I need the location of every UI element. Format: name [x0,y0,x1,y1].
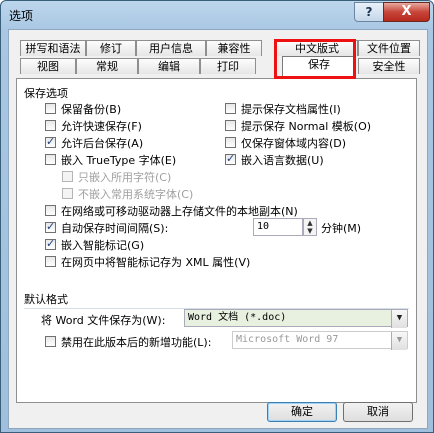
autosave-interval-input[interactable]: 10 [253,218,303,236]
tab-security[interactable]: 安全性 [358,58,420,74]
prompt-normal-template-checkbox[interactable] [225,120,236,131]
fast-save-label: 允许快速保存(F) [61,120,142,133]
tab-user-info[interactable]: 用户信息 [136,40,206,56]
spin-up-icon[interactable]: ▲ [304,219,316,227]
fast-save-checkbox[interactable] [45,120,56,131]
save-tab-highlight [274,39,356,79]
save-tab-panel: 保存选项 保留备份(B) 允许快速保存(F) 允许后台保存(A) 嵌入 True… [16,78,417,403]
keep-backup-checkbox[interactable] [45,103,56,114]
embed-truetype-label: 嵌入 TrueType 字体(E) [61,154,177,167]
disable-features-label: 禁用在此版本后的新增功能(L): [61,336,212,349]
ok-button[interactable]: 确定 [267,402,337,422]
tab-spelling-grammar[interactable]: 拼写和语法 [20,40,86,56]
spin-down-icon[interactable]: ▼ [304,227,316,235]
background-save-label: 允许后台保存(A) [61,137,144,150]
network-local-copy-checkbox[interactable] [45,205,56,216]
prompt-doc-properties-label: 提示保存文档属性(I) [241,103,341,116]
keep-backup-label: 保留备份(B) [61,103,122,116]
tab-track-changes[interactable]: 修订 [86,40,136,56]
embed-used-chars-checkbox[interactable] [62,171,73,182]
autosave-checkbox[interactable] [45,220,56,233]
prompt-doc-properties-checkbox[interactable] [225,103,236,114]
no-common-fonts-checkbox[interactable] [62,188,73,199]
tab-general[interactable]: 常规 [76,58,138,74]
tab-print[interactable]: 打印 [200,58,256,74]
autosave-unit-label: 分钟(M) [321,222,362,235]
smart-tags-xml-checkbox[interactable] [45,256,56,267]
prompt-normal-template-label: 提示保存 Normal 模板(O) [241,120,372,133]
no-common-fonts-label: 不嵌入常用系统字体(C) [78,188,194,201]
default-format-heading: 默认格式 [24,293,68,306]
dialog-title: 选项 [9,9,34,23]
smart-tags-xml-label: 在网页中将智能标记存为 XML 属性(V) [61,256,251,269]
background-save-checkbox[interactable] [45,135,56,148]
save-as-dropdown[interactable]: Word 文档 (*.doc) ▼ [184,309,408,328]
chevron-down-icon[interactable]: ▼ [391,310,407,328]
embed-used-chars-label: 只嵌入所用字符(C) [78,171,172,184]
save-as-value: Word 文档 (*.doc) [188,312,287,323]
close-icon: X [401,4,412,19]
help-button[interactable]: ? [354,2,384,22]
disable-features-dropdown[interactable]: Microsoft Word 97 ▼ [232,331,408,350]
tab-edit[interactable]: 编辑 [138,58,200,74]
network-local-copy-label: 在网络或可移动驱动器上存储文件的本地副本(N) [61,205,298,218]
save-as-label: 将 Word 文件保存为(W): [41,314,166,327]
save-options-heading: 保存选项 [24,87,68,100]
disable-features-checkbox[interactable] [45,336,56,347]
options-dialog: 选项 ? X 拼写和语法 修订 用户信息 兼容性 中文版式 文件位置 视图 常规… [0,0,434,433]
embed-language-data-label: 嵌入语言数据(U) [241,154,324,167]
chevron-down-icon[interactable]: ▼ [391,332,407,350]
disable-features-value: Microsoft Word 97 [236,334,339,345]
embed-smart-tags-checkbox[interactable] [45,237,56,250]
autosave-label: 自动保存时间间隔(S): [61,222,169,235]
embed-language-data-checkbox[interactable] [225,152,236,165]
save-form-data-checkbox[interactable] [225,137,236,148]
tab-view[interactable]: 视图 [20,58,76,74]
help-icon: ? [365,5,373,19]
close-button[interactable]: X [383,2,430,22]
embed-smart-tags-label: 嵌入智能标记(G) [61,239,145,252]
autosave-interval-spinner[interactable]: ▲ ▼ [303,218,317,236]
tab-compatibility[interactable]: 兼容性 [206,40,262,56]
cancel-button[interactable]: 取消 [343,402,413,422]
title-bar[interactable]: 选项 ? X [1,1,433,28]
dialog-body: 拼写和语法 修订 用户信息 兼容性 中文版式 文件位置 视图 常规 编辑 打印 … [8,29,428,429]
embed-truetype-checkbox[interactable] [45,154,56,165]
tab-file-locations[interactable]: 文件位置 [358,40,420,56]
save-form-data-label: 仅保存窗体域内容(D) [241,137,347,150]
